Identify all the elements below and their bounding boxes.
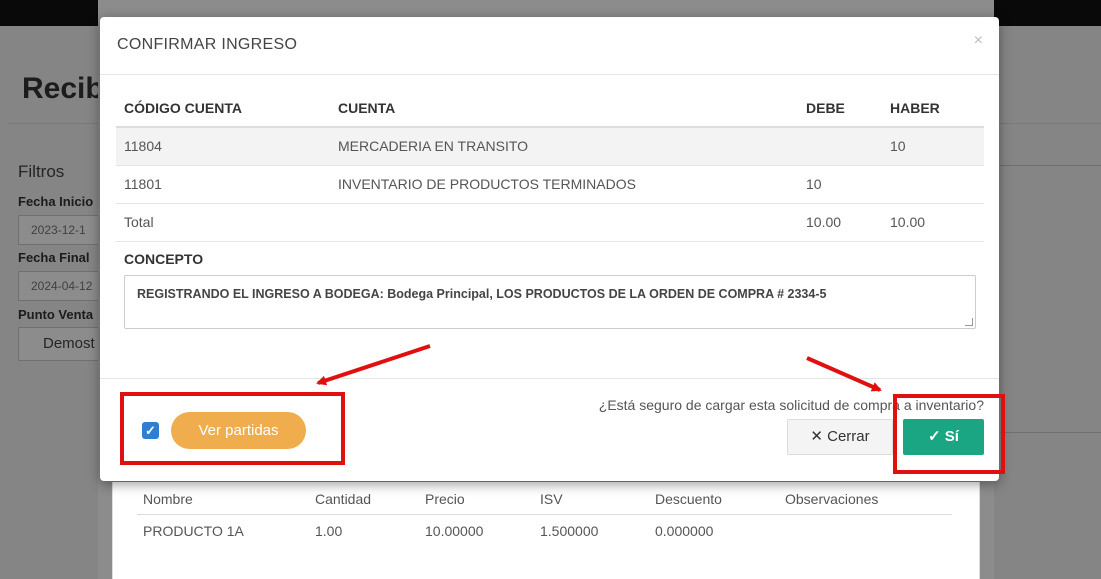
annotation-arrows bbox=[316, 344, 882, 392]
arrow-to-checkbox bbox=[316, 344, 431, 386]
arrow-to-si bbox=[806, 356, 882, 392]
